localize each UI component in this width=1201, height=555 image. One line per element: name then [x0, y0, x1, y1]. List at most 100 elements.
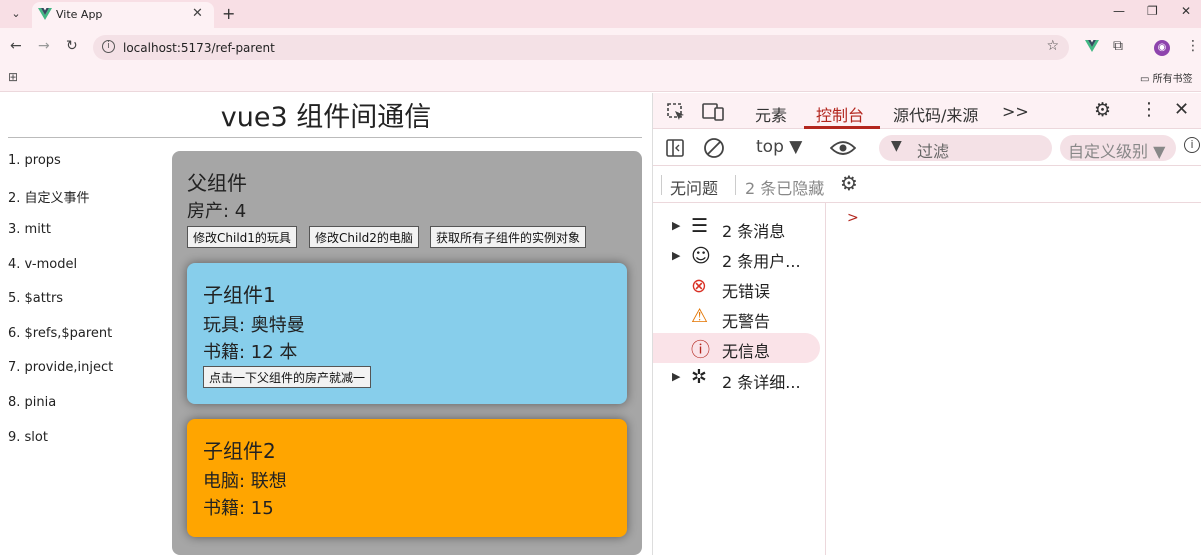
eye-icon[interactable]: [830, 139, 856, 157]
new-tab-button[interactable]: +: [222, 4, 235, 23]
parent-heading: 父组件: [187, 171, 247, 195]
console-info-icon[interactable]: i: [1184, 137, 1200, 153]
maximize-button[interactable]: ❐: [1147, 4, 1158, 18]
console-settings-gear-icon[interactable]: ⚙: [840, 171, 858, 195]
tab-close-icon[interactable]: ✕: [192, 6, 203, 21]
apps-grid-icon[interactable]: ⊞: [8, 70, 18, 84]
tab-elements[interactable]: 元素: [755, 102, 787, 126]
sidebar-item-info[interactable]: ⓘ 无信息: [653, 333, 820, 363]
minimize-button[interactable]: —: [1113, 4, 1125, 18]
more-tabs-icon[interactable]: >>: [1002, 102, 1029, 121]
vue-devtools-extension-icon[interactable]: [1085, 40, 1099, 52]
warning-icon: ⚠: [691, 305, 709, 327]
sidebar-item-user-messages[interactable]: ▶ ☺ 2 条用户...: [653, 243, 820, 273]
devtools-tab-bar: 元素 控制台 源代码/来源 >> ⚙ ⋮ ✕: [653, 93, 1201, 129]
site-info-icon[interactable]: i: [102, 40, 115, 53]
hidden-count: 2 条已隐藏: [745, 179, 825, 198]
reload-button[interactable]: ↻: [66, 38, 78, 54]
issues-divider-left: [661, 175, 662, 195]
nav-link-refs-parent[interactable]: 6. $refs,$parent: [8, 326, 112, 341]
expand-arrow-icon[interactable]: ▶: [672, 249, 680, 262]
profile-avatar[interactable]: ◉: [1154, 40, 1170, 56]
issues-divider-right: [735, 175, 736, 195]
change-child1-toy-button[interactable]: 修改Child1的玩具: [187, 226, 297, 248]
close-window-button[interactable]: ✕: [1181, 4, 1191, 18]
close-devtools-icon[interactable]: ✕: [1174, 99, 1189, 120]
nav-link-mitt[interactable]: 3. mitt: [8, 222, 51, 237]
filter-input[interactable]: ▼ 过滤: [879, 135, 1052, 161]
console-prompt-icon[interactable]: >: [847, 210, 859, 226]
bug-icon: ✲: [691, 366, 707, 388]
user-icon: ☺: [691, 245, 711, 267]
url-text[interactable]: localhost:5173/ref-parent: [123, 41, 275, 55]
inspect-element-icon[interactable]: [666, 102, 686, 122]
vue-logo-icon: [38, 8, 52, 20]
sidebar-item-label: 2 条详细...: [722, 373, 801, 392]
no-issues-link[interactable]: 无问题: [670, 175, 718, 199]
sidebar-item-warnings[interactable]: ⚠ 无警告: [653, 303, 820, 333]
nav-link-custom-event[interactable]: 2. 自定义事件: [8, 187, 90, 206]
tab-vite-app[interactable]: Vite App ✕: [32, 2, 214, 28]
child2-books: 书籍: 15: [203, 498, 274, 519]
list-icon: ☰: [691, 215, 709, 237]
tab-console[interactable]: 控制台: [816, 102, 864, 126]
log-level-select[interactable]: 自定义级别 ▼: [1060, 135, 1176, 161]
get-all-children-button[interactable]: 获取所有子组件的实例对象: [430, 226, 587, 248]
settings-gear-icon[interactable]: ⚙: [1094, 99, 1111, 121]
parent-component: 父组件 房产: 4 修改Child1的玩具 修改Child2的电脑 获取所有子组…: [172, 151, 642, 555]
page-title: vue3 组件间通信: [220, 102, 432, 133]
page-viewport: vue3 组件间通信 1. props 2. 自定义事件 3. mitt 4. …: [0, 93, 652, 555]
bookmark-star-icon[interactable]: ☆: [1046, 38, 1059, 54]
bookmarks-bar: [0, 66, 1201, 92]
nav-link-v-model[interactable]: 4. v-model: [8, 257, 77, 272]
child-component-1: 子组件1 玩具: 奥特曼 书籍: 12 本 点击一下父组件的房产就减一: [187, 263, 627, 404]
devtools-panel: 元素 控制台 源代码/来源 >> ⚙ ⋮ ✕ top ▼ ▼ 过滤 自定义级别 …: [652, 93, 1201, 555]
forward-button[interactable]: →: [38, 38, 50, 54]
decrease-house-button[interactable]: 点击一下父组件的房产就减一: [203, 366, 372, 388]
sidebar-item-errors[interactable]: ⊗ 无错误: [653, 273, 820, 303]
change-child2-computer-button[interactable]: 修改Child2的电脑: [309, 226, 419, 248]
expand-arrow-icon[interactable]: ▶: [672, 219, 680, 232]
issues-bar: 无问题 2 条已隐藏 ⚙: [653, 167, 1201, 203]
sidebar-item-verbose[interactable]: ▶ ✲ 2 条详细...: [653, 364, 820, 394]
filter-funnel-icon: ▼: [891, 138, 902, 154]
nav-link-props[interactable]: 1. props: [8, 153, 61, 168]
all-bookmarks-folder[interactable]: ▭ 所有书签: [1140, 70, 1193, 85]
browser-menu-icon[interactable]: ⋮: [1186, 38, 1200, 54]
extensions-puzzle-icon[interactable]: ⧉: [1113, 38, 1123, 54]
nav-link-attrs[interactable]: 5. $attrs: [8, 291, 63, 306]
child2-computer: 电脑: 联想: [203, 471, 287, 492]
tab-strip: ⌄ Vite App ✕ + — ❐ ✕: [0, 0, 1201, 28]
nav-link-pinia[interactable]: 8. pinia: [8, 395, 56, 410]
child2-heading: 子组件2: [203, 439, 276, 463]
address-bar[interactable]: i localhost:5173/ref-parent ☆: [93, 35, 1069, 60]
more-options-icon[interactable]: ⋮: [1140, 99, 1158, 120]
child1-books: 书籍: 12 本: [203, 342, 298, 363]
clear-console-icon[interactable]: [703, 137, 725, 159]
filter-placeholder: 过滤: [917, 142, 950, 161]
console-sidebar: ▶ ☰ 2 条消息 ▶ ☺ 2 条用户... ⊗ 无错误 ⚠ 无警告 ⓘ 无信息…: [653, 203, 826, 555]
expand-arrow-icon[interactable]: ▶: [672, 370, 680, 383]
back-button[interactable]: ←: [10, 38, 22, 54]
child-component-2: 子组件2 电脑: 联想 书籍: 15: [187, 419, 627, 537]
bookmark-folder-label: 所有书签: [1152, 74, 1193, 85]
sidebar-item-label: 2 条用户...: [722, 252, 801, 271]
device-toolbar-icon[interactable]: [702, 102, 724, 122]
sidebar-item-label: 2 条消息: [722, 222, 786, 241]
sidebar-item-messages[interactable]: ▶ ☰ 2 条消息: [653, 213, 820, 243]
title-divider: [8, 137, 642, 138]
info-icon: ⓘ: [691, 339, 711, 361]
nav-link-slot[interactable]: 9. slot: [8, 430, 48, 445]
sidebar-toggle-icon[interactable]: [665, 138, 685, 158]
tab-sources[interactable]: 源代码/来源: [893, 102, 978, 126]
tab-search-icon[interactable]: ⌄: [6, 4, 26, 24]
sidebar-item-label: 无警告: [722, 312, 771, 331]
context-selector[interactable]: top ▼: [756, 137, 802, 157]
child1-heading: 子组件1: [203, 283, 276, 307]
nav-link-provide-inject[interactable]: 7. provide,inject: [8, 360, 113, 375]
child1-toy: 玩具: 奥特曼: [203, 315, 305, 336]
folder-icon: ▭: [1140, 74, 1153, 85]
sidebar-item-label: 无错误: [722, 282, 771, 301]
sidebar-item-label: 无信息: [722, 342, 771, 361]
tab-title: Vite App: [56, 8, 103, 21]
